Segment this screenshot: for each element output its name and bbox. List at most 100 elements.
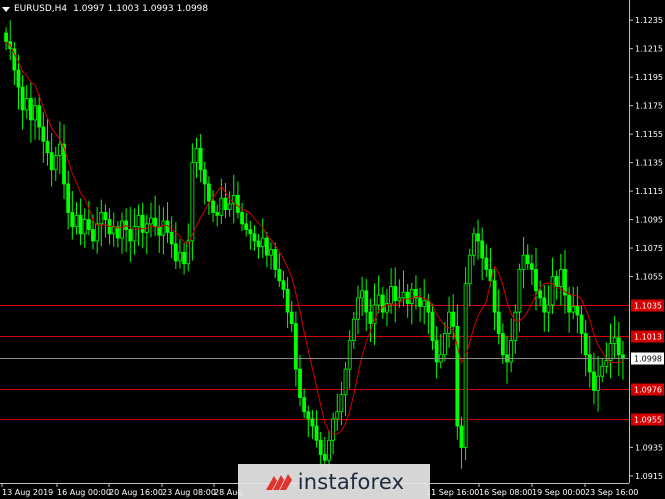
candle-bear bbox=[621, 354, 625, 359]
time-tick-label: 19 Sep 00:00 bbox=[532, 488, 585, 497]
candle-bull bbox=[178, 251, 182, 262]
candle-bear bbox=[583, 333, 588, 356]
candle-bull bbox=[190, 162, 195, 242]
candle-bear bbox=[173, 243, 178, 262]
candle-bear bbox=[49, 152, 54, 171]
time-tick-label: 16 Aug 00:00 bbox=[57, 488, 111, 497]
candle-bear bbox=[364, 290, 369, 313]
candle-bear bbox=[4, 32, 8, 42]
candle-bull bbox=[463, 283, 468, 448]
candle-bear bbox=[430, 311, 435, 342]
candle-bear bbox=[592, 371, 596, 391]
candle-bear bbox=[534, 269, 538, 292]
candle-bull bbox=[422, 300, 427, 307]
candle-bull bbox=[604, 360, 609, 367]
candle-bear bbox=[37, 105, 42, 128]
candle-bear bbox=[70, 212, 75, 228]
price-tick-label: 1.1055 bbox=[635, 273, 663, 282]
candle-bull bbox=[351, 318, 356, 342]
candle-bull bbox=[517, 269, 522, 313]
candle-bull bbox=[409, 288, 414, 304]
candle-bear bbox=[277, 269, 282, 282]
level-tag-label: 1.0955 bbox=[634, 416, 662, 425]
candle-bull bbox=[376, 294, 381, 306]
candle-bear bbox=[567, 294, 572, 313]
candle-bear bbox=[20, 86, 25, 111]
candle-bear bbox=[575, 306, 580, 316]
candle-bull bbox=[74, 214, 79, 228]
price-tick-label: 1.1095 bbox=[635, 216, 663, 225]
candle-bear bbox=[236, 194, 240, 213]
candle-bear bbox=[525, 254, 530, 265]
price-tick-label: 1.1235 bbox=[635, 16, 663, 25]
candle-bear bbox=[91, 229, 95, 242]
candle-bear bbox=[244, 223, 249, 230]
candle-bear bbox=[302, 397, 307, 413]
level-tag-label: 1.1013 bbox=[634, 333, 662, 342]
candle-bear bbox=[215, 212, 220, 216]
candle-bull bbox=[550, 276, 555, 306]
candle-bear bbox=[153, 217, 158, 228]
candle-bear bbox=[157, 226, 162, 236]
high-value: 1.1003 bbox=[107, 4, 140, 14]
candle-bear bbox=[322, 454, 327, 461]
candle-bull bbox=[339, 394, 344, 413]
candle-bear bbox=[66, 183, 71, 213]
candle-bear bbox=[480, 240, 485, 259]
level-tag-label: 1.0976 bbox=[634, 386, 662, 395]
candle-bear bbox=[281, 280, 286, 290]
time-tick-label: 11 Sep 16:00 bbox=[426, 488, 479, 497]
symbol-header: EURUSD,H4 1.0997 1.1003 1.0993 1.0998 bbox=[2, 2, 211, 16]
candle-bear bbox=[202, 169, 207, 185]
candle-bull bbox=[347, 340, 352, 370]
candle-bull bbox=[612, 337, 617, 344]
candle-bull bbox=[331, 418, 336, 441]
candle-bull bbox=[596, 375, 600, 391]
candle-bear bbox=[273, 249, 278, 270]
price-tick-label: 1.1135 bbox=[635, 159, 663, 168]
dropdown-triangle-icon[interactable] bbox=[2, 6, 10, 12]
level-tag-label: 1.1035 bbox=[634, 302, 662, 311]
candle-bull bbox=[33, 105, 37, 121]
candle-bear bbox=[103, 212, 108, 220]
candle-bull bbox=[120, 220, 124, 239]
price-tick-label: 1.1175 bbox=[635, 102, 663, 111]
candle-bear bbox=[538, 290, 543, 299]
candle-bull bbox=[219, 197, 224, 216]
price-chart[interactable]: 1.1035 1.1013 1.0976 1.0955 1.1235 1.1215 1.1… bbox=[0, 0, 665, 499]
candle-bull bbox=[401, 291, 406, 299]
candle-bull bbox=[356, 297, 360, 320]
candle-bear bbox=[616, 337, 621, 356]
candle-bull bbox=[161, 220, 166, 236]
candle-bear bbox=[492, 280, 497, 313]
candle-bull bbox=[269, 249, 273, 256]
candle-bull bbox=[608, 343, 613, 361]
candle-bull bbox=[95, 223, 100, 242]
candle-bear bbox=[542, 297, 547, 313]
candle-bear bbox=[45, 140, 50, 154]
candle-bull bbox=[397, 297, 402, 302]
candle-bull bbox=[24, 98, 29, 111]
candle-bear bbox=[459, 425, 464, 448]
candle-bear bbox=[264, 237, 269, 256]
candle-bear bbox=[418, 297, 422, 307]
price-tick-label: 1.0915 bbox=[635, 472, 663, 481]
candle-bull bbox=[149, 217, 153, 225]
candle-bear bbox=[207, 183, 211, 202]
candle-bear bbox=[587, 354, 592, 373]
candle-bear bbox=[314, 425, 319, 441]
symbol-label: EURUSD,H4 bbox=[14, 4, 68, 14]
candle-bear bbox=[140, 214, 145, 233]
candle-bear bbox=[41, 126, 46, 142]
current-price-label: 1.0998 bbox=[634, 355, 662, 364]
chart-window[interactable]: 1.1035 1.1013 1.0976 1.0955 1.1235 1.1215 1.1… bbox=[0, 0, 665, 499]
price-tick-label: 1.1195 bbox=[635, 73, 663, 82]
candle-bear bbox=[78, 214, 83, 235]
candle-bear bbox=[451, 311, 456, 327]
price-tick-label: 1.1215 bbox=[635, 45, 663, 54]
instaforex-watermark: instaforex bbox=[238, 464, 430, 499]
candle-bear bbox=[16, 69, 21, 88]
candle-bear bbox=[554, 276, 559, 287]
candle-bull bbox=[194, 147, 199, 164]
candle-bull bbox=[389, 286, 393, 304]
